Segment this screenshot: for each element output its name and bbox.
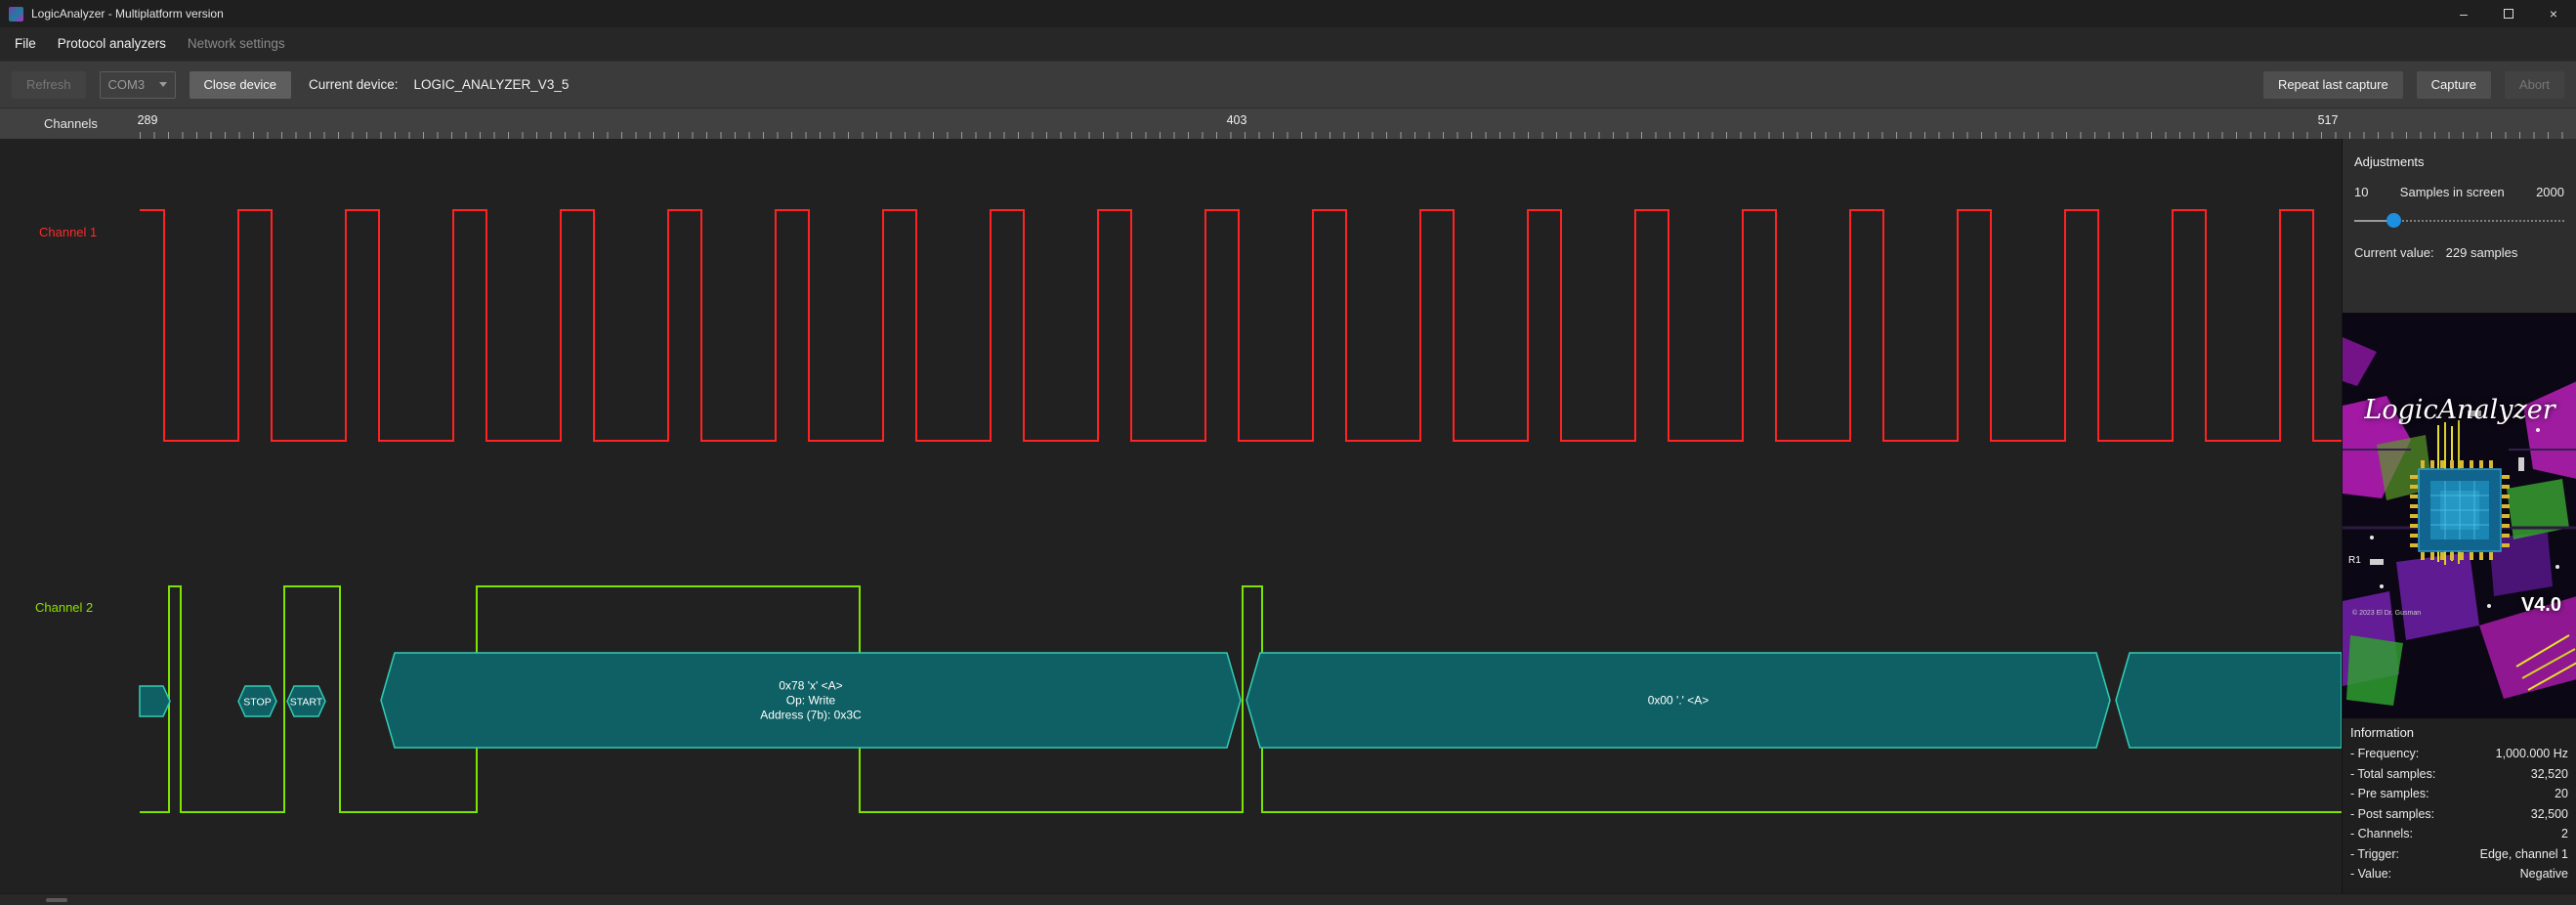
- info-value: Edge, channel 1: [2480, 844, 2568, 865]
- ruler-tick-label: 289: [138, 113, 158, 127]
- protocol-segment-text: START: [290, 697, 323, 709]
- info-row: - Frequency: 1,000.000 Hz: [2343, 744, 2576, 764]
- minimize-button[interactable]: –: [2441, 0, 2486, 27]
- protocol-segment-text: 0x00 '.' <A>: [1648, 694, 1710, 708]
- information-panel: Information - Frequency:1,000.000 Hz- To…: [2343, 718, 2576, 893]
- current-device-label: Current device:: [309, 77, 399, 92]
- capture-button[interactable]: Capture: [2417, 71, 2491, 99]
- logo-panel: LogicAnalyzer V4.0 R1 © 2023 El Dr. Gusm…: [2343, 313, 2576, 718]
- protocol-segment-text: Address (7b): 0x3C: [760, 709, 862, 722]
- current-value: 229 samples: [2446, 245, 2518, 260]
- refresh-button[interactable]: Refresh: [12, 71, 86, 99]
- horizontal-scrollbar-thumb[interactable]: [46, 898, 67, 902]
- ruler-tick-label: 517: [2318, 113, 2339, 127]
- channel-1-trace: [140, 210, 2342, 441]
- window-controls: – ×: [2441, 0, 2576, 27]
- window-title: LogicAnalyzer - Multiplatform version: [31, 7, 224, 21]
- menu-protocol-analyzers[interactable]: Protocol analyzers: [47, 27, 177, 61]
- maximize-button[interactable]: [2486, 0, 2531, 27]
- info-value: 20: [2555, 784, 2568, 804]
- port-select-value: COM3: [108, 77, 146, 92]
- ruler-tick-label: 403: [1227, 113, 1247, 127]
- samples-max-value: 2000: [2536, 185, 2564, 199]
- slider-thumb[interactable]: [2386, 213, 2401, 228]
- main-area: STOP START 0x78 'x' <A>Op: WriteAddress (7…: [0, 139, 2576, 893]
- samples-slider[interactable]: [2354, 212, 2564, 230]
- logo-copyright: © 2023 El Dr. Gusman: [2352, 610, 2421, 617]
- ruler-tick-marks: [140, 132, 2572, 139]
- menu-network-settings[interactable]: Network settings: [177, 27, 296, 61]
- info-label: - Post samples:: [2350, 804, 2434, 825]
- maximize-icon: [2504, 9, 2513, 19]
- channel-1-label: Channel 1: [39, 225, 97, 239]
- side-panel: Adjustments 10 Samples in screen 2000 Cu…: [2342, 139, 2576, 893]
- menu-file[interactable]: File: [4, 27, 47, 61]
- protocol-segment-text: 0x78 'x' <A>: [779, 679, 842, 693]
- info-row: - Post samples: 32,500: [2343, 804, 2576, 825]
- toolbar: Refresh COM3 Close device Current device…: [0, 61, 2576, 108]
- samples-in-screen-label: Samples in screen: [2400, 185, 2505, 199]
- information-title: Information: [2343, 718, 2576, 744]
- info-row: - Channels: 2: [2343, 824, 2576, 844]
- logo-title: LogicAnalyzer: [2343, 395, 2576, 425]
- information-rows: - Frequency:1,000.000 Hz- Total samples:…: [2343, 744, 2576, 884]
- logo-part-label: R1: [2348, 555, 2361, 566]
- horizontal-scrollbar[interactable]: [0, 893, 2576, 905]
- info-row: - Value: Negative: [2343, 864, 2576, 884]
- port-select[interactable]: COM3: [100, 71, 176, 99]
- sample-ruler: Channels 289 403 517: [0, 108, 2576, 139]
- logo-image: [2343, 313, 2576, 718]
- protocol-segment: [140, 686, 170, 716]
- info-value: 1,000.000 Hz: [2496, 744, 2568, 764]
- protocol-segment-text: Op: Write: [786, 694, 836, 708]
- channel-2-label: Channel 2: [35, 600, 93, 615]
- info-value: Negative: [2520, 864, 2568, 884]
- channels-header-label: Channels: [44, 116, 98, 131]
- info-label: - Value:: [2350, 864, 2391, 884]
- info-label: - Channels:: [2350, 824, 2413, 844]
- info-value: 32,520: [2531, 764, 2568, 785]
- info-label: - Frequency:: [2350, 744, 2419, 764]
- current-device-value: LOGIC_ANALYZER_V3_5: [414, 77, 570, 92]
- close-button[interactable]: ×: [2531, 0, 2576, 27]
- current-value-row: Current value: 229 samples: [2343, 245, 2576, 260]
- app-window: LogicAnalyzer - Multiplatform version – …: [0, 0, 2576, 905]
- waveform-canvas[interactable]: STOP START 0x78 'x' <A>Op: WriteAddress (7…: [0, 139, 2342, 893]
- logo-version: V4.0: [2521, 594, 2561, 617]
- waveform-area[interactable]: STOP START 0x78 'x' <A>Op: WriteAddress (7…: [0, 139, 2342, 893]
- protocol-segment-text: STOP: [243, 697, 271, 709]
- info-label: - Total samples:: [2350, 764, 2435, 785]
- slider-track[interactable]: [2393, 220, 2564, 222]
- info-value: 32,500: [2531, 804, 2568, 825]
- close-device-button[interactable]: Close device: [190, 71, 291, 99]
- abort-button[interactable]: Abort: [2505, 71, 2564, 99]
- samples-in-screen-row: 10 Samples in screen 2000: [2343, 185, 2576, 199]
- info-row: - Total samples: 32,520: [2343, 764, 2576, 785]
- chevron-down-icon: [159, 82, 167, 87]
- adjustments-title: Adjustments: [2343, 139, 2576, 169]
- menubar: File Protocol analyzers Network settings: [0, 27, 2576, 61]
- info-label: - Trigger:: [2350, 844, 2399, 865]
- samples-min-value: 10: [2354, 185, 2368, 199]
- info-label: - Pre samples:: [2350, 784, 2429, 804]
- info-row: - Trigger: Edge, channel 1: [2343, 844, 2576, 865]
- info-value: 2: [2561, 824, 2568, 844]
- protocol-segment: [2116, 653, 2342, 748]
- repeat-last-capture-button[interactable]: Repeat last capture: [2263, 71, 2403, 99]
- current-value-label: Current value:: [2354, 245, 2434, 260]
- titlebar: LogicAnalyzer - Multiplatform version – …: [0, 0, 2576, 27]
- app-icon: [9, 7, 23, 22]
- info-row: - Pre samples: 20: [2343, 784, 2576, 804]
